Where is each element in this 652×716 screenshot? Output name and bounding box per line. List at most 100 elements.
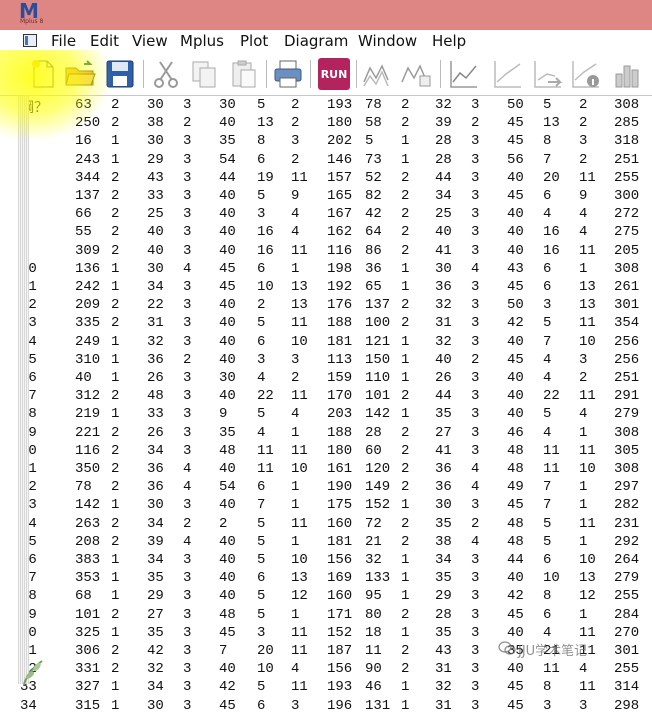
data-cell[interactable]: 383 bbox=[75, 552, 100, 568]
data-cell[interactable]: 310 bbox=[75, 352, 100, 368]
data-cell[interactable]: 13 bbox=[579, 570, 596, 586]
data-cell[interactable]: 56 bbox=[507, 152, 524, 168]
data-cell[interactable]: 3 bbox=[579, 133, 587, 149]
data-cell[interactable]: 3 bbox=[471, 97, 479, 113]
data-cell[interactable]: 7 bbox=[543, 334, 551, 350]
data-cell[interactable]: 2 bbox=[579, 370, 587, 386]
data-cell[interactable]: 34 bbox=[147, 279, 164, 295]
data-cell[interactable]: 2 bbox=[401, 534, 409, 550]
data-cell[interactable]: 40 bbox=[219, 115, 236, 131]
data-cell[interactable]: 2 bbox=[401, 188, 409, 204]
data-cell[interactable]: 2 bbox=[579, 97, 587, 113]
data-cell[interactable]: 284 bbox=[614, 607, 639, 623]
data-cell[interactable]: 1 bbox=[401, 570, 409, 586]
data-cell[interactable]: 2 bbox=[111, 643, 119, 659]
data-cell[interactable]: 40 bbox=[507, 406, 524, 422]
data-cell[interactable]: 2 bbox=[579, 115, 587, 131]
data-cell[interactable]: 36 bbox=[435, 461, 452, 477]
data-cell[interactable]: 1 bbox=[111, 370, 119, 386]
data-cell[interactable]: 30 bbox=[147, 497, 164, 513]
data-cell[interactable]: 10 bbox=[257, 661, 274, 677]
data-cell[interactable]: 11 bbox=[543, 661, 560, 677]
data-cell[interactable]: 5 bbox=[543, 315, 551, 331]
data-cell[interactable]: 2 bbox=[401, 643, 409, 659]
data-cell[interactable]: 32 bbox=[435, 334, 452, 350]
data-cell[interactable]: 327 bbox=[75, 679, 100, 695]
data-cell[interactable]: 31 bbox=[435, 661, 452, 677]
data-cell[interactable]: 40 bbox=[147, 243, 164, 259]
data-cell[interactable]: 40 bbox=[219, 534, 236, 550]
data-cell[interactable]: 261 bbox=[614, 279, 639, 295]
data-cell[interactable]: 3 bbox=[471, 370, 479, 386]
data-cell[interactable]: 3 bbox=[291, 698, 299, 714]
data-cell[interactable]: 48 bbox=[507, 516, 524, 532]
data-cell[interactable]: 1 bbox=[111, 133, 119, 149]
data-cell[interactable]: 45 bbox=[507, 607, 524, 623]
data-cell[interactable]: 3 bbox=[579, 352, 587, 368]
data-cell[interactable]: 4 bbox=[543, 625, 551, 641]
data-cell[interactable]: 54 bbox=[219, 479, 236, 495]
data-cell[interactable]: 40 bbox=[219, 243, 236, 259]
data-cell[interactable]: 5 bbox=[543, 406, 551, 422]
data-cell[interactable]: 40 bbox=[219, 334, 236, 350]
data-cell[interactable]: 13 bbox=[257, 115, 274, 131]
data-cell[interactable]: 11 bbox=[291, 643, 308, 659]
data-cell[interactable]: 8 bbox=[543, 133, 551, 149]
data-cell[interactable]: 45 bbox=[219, 625, 236, 641]
data-cell[interactable]: 8 bbox=[257, 133, 265, 149]
data-cell[interactable]: 3 bbox=[471, 206, 479, 222]
data-cell[interactable]: 169 bbox=[327, 570, 352, 586]
data-cell[interactable]: 2 bbox=[111, 534, 119, 550]
data-cell[interactable]: 40 bbox=[75, 370, 92, 386]
menu-edit[interactable]: Edit bbox=[90, 32, 119, 50]
data-cell[interactable]: 116 bbox=[327, 243, 352, 259]
data-cell[interactable]: 4 bbox=[183, 534, 191, 550]
data-cell[interactable]: 40 bbox=[219, 461, 236, 477]
data-cell[interactable]: 40 bbox=[219, 224, 236, 240]
data-cell[interactable]: 5 bbox=[257, 406, 265, 422]
data-cell[interactable]: 1 bbox=[111, 552, 119, 568]
data-cell[interactable]: 36 bbox=[147, 352, 164, 368]
data-cell[interactable]: 66 bbox=[75, 206, 92, 222]
data-cell[interactable]: 38 bbox=[147, 115, 164, 131]
data-cell[interactable]: 86 bbox=[365, 243, 382, 259]
data-cell[interactable]: 3 bbox=[183, 152, 191, 168]
data-cell[interactable]: 34 bbox=[147, 552, 164, 568]
data-cell[interactable]: 1 bbox=[111, 279, 119, 295]
data-cell[interactable]: 1 bbox=[111, 625, 119, 641]
data-cell[interactable]: 40 bbox=[219, 497, 236, 513]
data-cell[interactable]: 40 bbox=[507, 334, 524, 350]
data-cell[interactable]: 181 bbox=[327, 534, 352, 550]
data-cell[interactable]: 6 bbox=[257, 570, 265, 586]
data-cell[interactable]: 10 bbox=[291, 334, 308, 350]
data-cell[interactable]: 3 bbox=[183, 661, 191, 677]
data-cell[interactable]: 3 bbox=[183, 97, 191, 113]
data-cell[interactable]: 3 bbox=[183, 206, 191, 222]
data-cell[interactable]: 13 bbox=[291, 570, 308, 586]
plot-icon[interactable] bbox=[448, 58, 480, 90]
data-cell[interactable]: 5 bbox=[257, 588, 265, 604]
data-cell[interactable]: 308 bbox=[614, 425, 639, 441]
data-cell[interactable]: 318 bbox=[614, 133, 639, 149]
data-cell[interactable]: 3 bbox=[257, 352, 265, 368]
data-cell[interactable]: 3 bbox=[471, 406, 479, 422]
data-cell[interactable]: 3 bbox=[471, 279, 479, 295]
data-cell[interactable]: 101 bbox=[365, 388, 390, 404]
data-cell[interactable]: 36 bbox=[435, 479, 452, 495]
data-cell[interactable]: 42 bbox=[365, 206, 382, 222]
data-cell[interactable]: 3 bbox=[183, 133, 191, 149]
data-cell[interactable]: 48 bbox=[219, 607, 236, 623]
data-cell[interactable]: 3 bbox=[183, 334, 191, 350]
data-cell[interactable]: 1 bbox=[291, 534, 299, 550]
data-cell[interactable]: 45 bbox=[507, 679, 524, 695]
data-cell[interactable]: 279 bbox=[614, 570, 639, 586]
data-cell[interactable]: 2 bbox=[183, 115, 191, 131]
data-cell[interactable]: 3 bbox=[183, 315, 191, 331]
data-cell[interactable]: 4 bbox=[471, 534, 479, 550]
data-cell[interactable]: 190 bbox=[327, 479, 352, 495]
menu-diagram[interactable]: Diagram bbox=[284, 32, 348, 50]
data-cell[interactable]: 11 bbox=[257, 443, 274, 459]
data-cell[interactable]: 27 bbox=[435, 425, 452, 441]
data-cell[interactable]: 137 bbox=[75, 188, 100, 204]
data-cell[interactable]: 255 bbox=[614, 170, 639, 186]
